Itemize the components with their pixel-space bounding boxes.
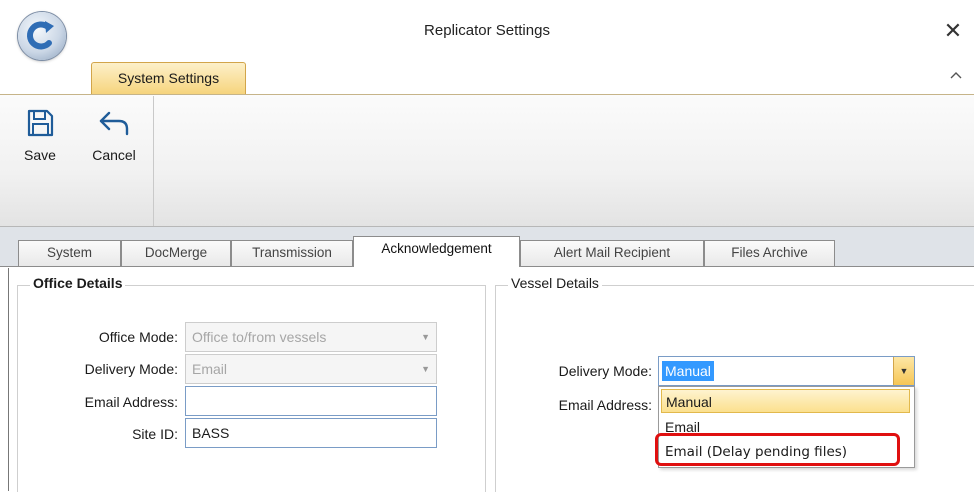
dropdown-arrow-icon: ▼ <box>421 332 430 342</box>
dropdown-option-manual[interactable]: Manual <box>661 389 910 413</box>
office-delivery-mode-value: Email <box>192 361 228 377</box>
save-button-label: Save <box>24 147 56 163</box>
panel-left-border <box>8 268 9 491</box>
chevron-down-icon[interactable]: ▼ <box>893 357 914 385</box>
tab-system[interactable]: System <box>18 240 121 266</box>
vessel-details-title: Vessel Details <box>508 275 602 291</box>
office-mode-select: Office to/from vessels ▼ <box>185 322 437 352</box>
chevron-up-icon[interactable] <box>946 66 966 86</box>
cancel-button-label: Cancel <box>92 147 136 163</box>
annotation-highlight-box <box>655 433 900 466</box>
office-delivery-mode-label: Delivery Mode: <box>84 361 178 377</box>
vessel-email-label: Email Address: <box>558 397 652 413</box>
ribbon-group-divider <box>153 96 154 226</box>
vessel-delivery-mode-value: Manual <box>662 361 714 381</box>
close-icon[interactable]: ✕ <box>940 18 966 44</box>
site-id-label: Site ID: <box>132 426 178 442</box>
tab-transmission[interactable]: Transmission <box>231 240 353 266</box>
office-email-input[interactable] <box>185 386 437 416</box>
office-delivery-mode-select: Email ▼ <box>185 354 437 384</box>
tab-acknowledgement[interactable]: Acknowledgement <box>353 236 520 267</box>
dropdown-arrow-icon: ▼ <box>421 364 430 374</box>
save-button[interactable]: Save <box>18 108 62 163</box>
office-mode-label: Office Mode: <box>98 329 178 345</box>
office-mode-value: Office to/from vessels <box>192 329 327 345</box>
vessel-delivery-mode-label: Delivery Mode: <box>558 363 652 379</box>
tab-alert-mail-recipient[interactable]: Alert Mail Recipient <box>520 240 704 266</box>
window-title: Replicator Settings <box>424 22 550 39</box>
tab-docmerge[interactable]: DocMerge <box>121 240 231 266</box>
office-details-title: Office Details <box>30 275 126 291</box>
undo-arrow-icon <box>99 111 129 136</box>
site-id-input[interactable]: BASS <box>185 418 437 448</box>
tab-files-archive[interactable]: Files Archive <box>704 240 835 266</box>
office-email-label: Email Address: <box>84 394 178 410</box>
ribbon-panel <box>0 94 974 227</box>
cancel-button[interactable]: Cancel <box>86 108 142 163</box>
vessel-delivery-mode-select[interactable]: Manual ▼ <box>658 356 915 386</box>
ribbon-tab-system-settings[interactable]: System Settings <box>91 62 246 94</box>
floppy-disk-icon <box>27 109 54 137</box>
